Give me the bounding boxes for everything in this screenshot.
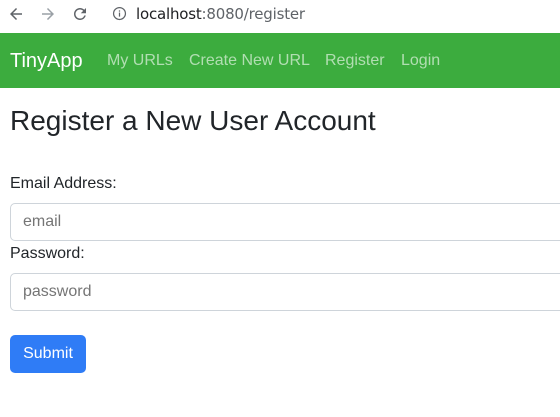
url-text: localhost:8080/register (136, 5, 305, 23)
back-arrow-icon[interactable] (5, 3, 27, 25)
email-label: Email Address: (10, 175, 117, 192)
brand-link[interactable]: TinyApp (10, 49, 83, 73)
forward-arrow-icon[interactable] (37, 3, 59, 25)
navbar: TinyApp My URLs Create New URL Register … (0, 33, 560, 88)
nav-link-my-urls[interactable]: My URLs (107, 51, 173, 71)
url-path: :8080/register (201, 5, 306, 23)
email-input[interactable] (10, 203, 560, 241)
page-title: Register a New User Account (10, 105, 376, 136)
browser-toolbar: localhost:8080/register (0, 0, 560, 28)
password-label: Password: (10, 245, 85, 262)
submit-button[interactable]: Submit (10, 335, 86, 373)
info-icon[interactable] (112, 6, 127, 21)
address-bar[interactable]: localhost:8080/register (100, 0, 560, 28)
url-host: localhost (136, 5, 202, 23)
password-input[interactable] (10, 273, 560, 311)
nav-link-register[interactable]: Register (325, 51, 385, 71)
nav-link-login[interactable]: Login (401, 51, 440, 71)
nav-link-create-new-url[interactable]: Create New URL (189, 51, 310, 71)
reload-icon[interactable] (69, 3, 91, 25)
